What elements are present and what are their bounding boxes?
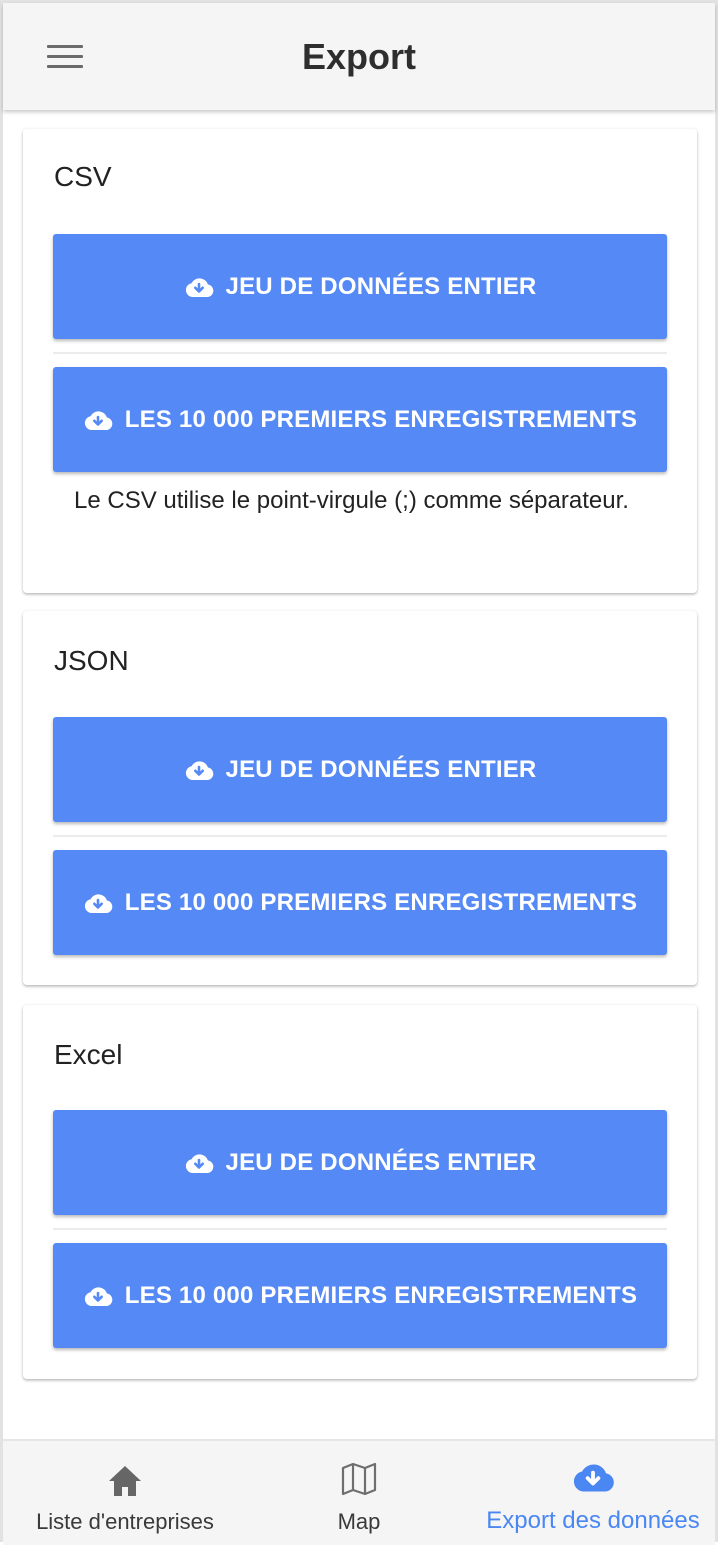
button-label: LES 10 000 PREMIERS ENREGISTREMENTS <box>124 1281 638 1309</box>
app-bar: Export <box>3 3 715 110</box>
home-icon <box>109 1466 141 1496</box>
csv-first-10000-button[interactable]: LES 10 000 PREMIERS ENREGISTREMENTS <box>53 367 667 472</box>
card-title-excel: Excel <box>54 1039 123 1070</box>
button-label: JEU DE DONNÉES ENTIER <box>225 272 537 300</box>
cloud-download-icon <box>573 1464 614 1492</box>
divider <box>53 835 667 837</box>
nav-item-export[interactable]: Export des données <box>471 1441 715 1547</box>
button-label: LES 10 000 PREMIERS ENREGISTREMENTS <box>124 405 638 433</box>
cloud-download-icon <box>185 277 213 297</box>
cloud-download-icon <box>185 760 213 780</box>
map-icon <box>341 1462 377 1496</box>
nav-item-map[interactable]: Map <box>247 1441 471 1547</box>
cloud-download-icon <box>84 410 113 430</box>
excel-full-dataset-button[interactable]: JEU DE DONNÉES ENTIER <box>53 1110 667 1215</box>
json-card: JSON JEU DE DONNÉES ENTIER LES 10 000 PR… <box>23 611 697 985</box>
card-title-json: JSON <box>54 645 129 676</box>
cloud-download-icon <box>185 1153 213 1173</box>
excel-first-10000-button[interactable]: LES 10 000 PREMIERS ENREGISTREMENTS <box>53 1243 667 1348</box>
json-full-dataset-button[interactable]: JEU DE DONNÉES ENTIER <box>53 717 667 822</box>
excel-card: Excel JEU DE DONNÉES ENTIER LES 10 000 P… <box>23 1005 697 1379</box>
card-title-csv: CSV <box>54 161 112 192</box>
cloud-download-icon <box>84 893 113 913</box>
csv-full-dataset-button[interactable]: JEU DE DONNÉES ENTIER <box>53 234 667 339</box>
button-label: LES 10 000 PREMIERS ENREGISTREMENTS <box>124 888 638 916</box>
nav-item-company-list[interactable]: Liste d'entreprises <box>3 1441 247 1547</box>
button-label: JEU DE DONNÉES ENTIER <box>225 1148 537 1176</box>
cloud-download-icon <box>84 1286 113 1306</box>
nav-label: Liste d'entreprises <box>36 1509 214 1534</box>
divider <box>53 352 667 354</box>
csv-separator-note: Le CSV utilise le point-virgule (;) comm… <box>74 487 629 514</box>
app-frame: Export CSV JEU DE DONNÉES ENTIER LES 10 … <box>0 0 718 1545</box>
button-label: JEU DE DONNÉES ENTIER <box>225 755 537 783</box>
divider <box>53 1228 667 1230</box>
nav-label: Export des données <box>486 1507 700 1534</box>
csv-card: CSV JEU DE DONNÉES ENTIER LES 10 000 PRE… <box>23 129 697 593</box>
page-title: Export <box>301 36 416 77</box>
bottom-navigation: Liste d'entreprises Map Export des donné… <box>3 1439 715 1545</box>
nav-label: Map <box>337 1509 381 1534</box>
json-first-10000-button[interactable]: LES 10 000 PREMIERS ENREGISTREMENTS <box>53 850 667 955</box>
